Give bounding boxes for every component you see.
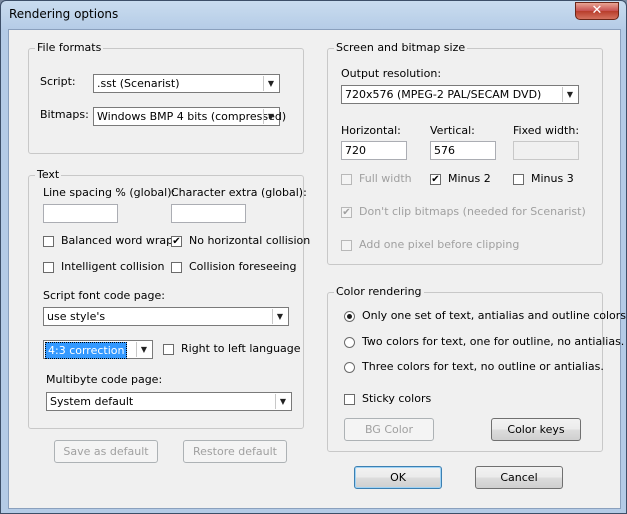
- color-option-1-radio[interactable]: [344, 311, 355, 322]
- chevron-down-icon: ▼: [263, 76, 278, 91]
- vertical-input[interactable]: 576: [430, 141, 496, 160]
- add-one-pixel-label: Add one pixel before clipping: [359, 238, 520, 251]
- multibyte-code-page-value: System default: [50, 395, 134, 408]
- script-format-value: .sst (Scenarist): [97, 77, 180, 90]
- text-group-label: Text: [35, 168, 62, 181]
- check-icon: ✔: [431, 174, 440, 185]
- full-width-label: Full width: [359, 172, 412, 185]
- fixed-width-label: Fixed width:: [513, 124, 580, 137]
- bg-color-button[interactable]: BG Color: [344, 418, 434, 441]
- fixed-width-input[interactable]: [513, 141, 579, 160]
- output-resolution-value: 720x576 (MPEG-2 PAL/SECAM DVD): [345, 88, 542, 101]
- check-icon: ✔: [342, 207, 351, 218]
- intelligent-collision-label: Intelligent collision: [61, 260, 165, 273]
- chevron-down-icon: ▼: [562, 87, 577, 102]
- multibyte-code-page-label: Multibyte code page:: [46, 373, 163, 386]
- chevron-down-icon: ▼: [136, 342, 151, 357]
- ok-button[interactable]: OK: [354, 466, 442, 489]
- horizontal-label: Horizontal:: [341, 124, 401, 137]
- close-button[interactable]: ✕: [575, 2, 619, 20]
- minus-2-label: Minus 2: [448, 172, 491, 185]
- color-option-1-label: Only one set of text, antialias and outl…: [362, 309, 627, 322]
- script-font-code-page-select[interactable]: use style's ▼: [43, 307, 289, 326]
- bitmaps-label: Bitmaps:: [40, 108, 89, 121]
- title-bar[interactable]: Rendering options ✕: [1, 1, 626, 29]
- minus-2-checkbox[interactable]: ✔: [430, 174, 441, 185]
- minus-3-checkbox[interactable]: [513, 174, 524, 185]
- bitmaps-format-value: Windows BMP 4 bits (compressed): [97, 110, 287, 123]
- character-extra-label: Character extra (global):: [171, 186, 307, 199]
- right-to-left-checkbox[interactable]: [163, 344, 174, 355]
- color-rendering-label: Color rendering: [334, 285, 424, 298]
- script-font-code-page-value: use style's: [47, 310, 106, 323]
- screen-bitmap-size-label: Screen and bitmap size: [334, 41, 468, 54]
- screen-bitmap-size-group: Screen and bitmap size Output resolution…: [327, 41, 603, 265]
- right-to-left-label: Right to left language: [181, 342, 301, 355]
- minus-3-label: Minus 3: [531, 172, 574, 185]
- horizontal-input[interactable]: 720: [341, 141, 407, 160]
- intelligent-collision-checkbox[interactable]: [43, 262, 54, 273]
- collision-foreseeing-label: Collision foreseeing: [189, 260, 297, 273]
- color-rendering-group: Color rendering Only one set of text, an…: [327, 285, 627, 452]
- chevron-down-icon: ▼: [275, 394, 290, 409]
- check-icon: ✔: [172, 236, 181, 247]
- correction-select[interactable]: 4:3 correction ▼: [43, 340, 153, 359]
- full-width-checkbox[interactable]: [341, 174, 352, 185]
- file-formats-group: File formats Script: .sst (Scenarist) ▼ …: [28, 41, 304, 154]
- sticky-colors-checkbox[interactable]: [344, 394, 355, 405]
- text-group: Text Line spacing % (global): Character …: [28, 168, 310, 429]
- window-title: Rendering options: [9, 7, 119, 21]
- output-resolution-label: Output resolution:: [341, 67, 442, 80]
- dont-clip-bitmaps-label: Don't clip bitmaps (needed for Scenarist…: [359, 205, 586, 218]
- line-spacing-input[interactable]: [43, 204, 118, 223]
- chevron-down-icon: ▼: [272, 309, 287, 324]
- balanced-word-wrap-label: Balanced word wrap: [61, 234, 174, 247]
- dialog-client-area: File formats Script: .sst (Scenarist) ▼ …: [8, 29, 627, 509]
- bitmaps-format-select[interactable]: Windows BMP 4 bits (compressed) ▼: [93, 107, 286, 126]
- vertical-label: Vertical:: [430, 124, 475, 137]
- cancel-button[interactable]: Cancel: [475, 466, 563, 489]
- color-option-3-label: Three colors for text, no outline or ant…: [362, 360, 604, 373]
- color-option-2-label: Two colors for text, one for outline, no…: [362, 335, 625, 348]
- save-as-default-button[interactable]: Save as default: [54, 440, 158, 463]
- color-option-3-radio[interactable]: [344, 362, 355, 373]
- file-formats-label: File formats: [35, 41, 104, 54]
- no-horizontal-collision-label: No horizontal collision: [189, 234, 311, 247]
- restore-default-button[interactable]: Restore default: [183, 440, 287, 463]
- script-format-select[interactable]: .sst (Scenarist) ▼: [93, 74, 280, 93]
- line-spacing-label: Line spacing % (global):: [43, 186, 176, 199]
- color-keys-button[interactable]: Color keys: [491, 418, 581, 441]
- script-label: Script:: [40, 75, 76, 88]
- chevron-down-icon: ▼: [263, 109, 278, 124]
- character-extra-input[interactable]: [171, 204, 246, 223]
- correction-value: 4:3 correction: [45, 342, 128, 359]
- color-option-2-radio[interactable]: [344, 337, 355, 348]
- collision-foreseeing-checkbox[interactable]: [171, 262, 182, 273]
- rendering-options-window: Rendering options ✕ File formats Script:…: [0, 0, 627, 514]
- multibyte-code-page-select[interactable]: System default ▼: [46, 392, 292, 411]
- balanced-word-wrap-checkbox[interactable]: [43, 236, 54, 247]
- output-resolution-select[interactable]: 720x576 (MPEG-2 PAL/SECAM DVD) ▼: [341, 85, 579, 104]
- dont-clip-bitmaps-checkbox[interactable]: ✔: [341, 207, 352, 218]
- add-one-pixel-checkbox[interactable]: [341, 240, 352, 251]
- sticky-colors-label: Sticky colors: [362, 392, 432, 405]
- no-horizontal-collision-checkbox[interactable]: ✔: [171, 236, 182, 247]
- script-font-code-page-label: Script font code page:: [43, 289, 165, 302]
- close-icon: ✕: [591, 3, 603, 18]
